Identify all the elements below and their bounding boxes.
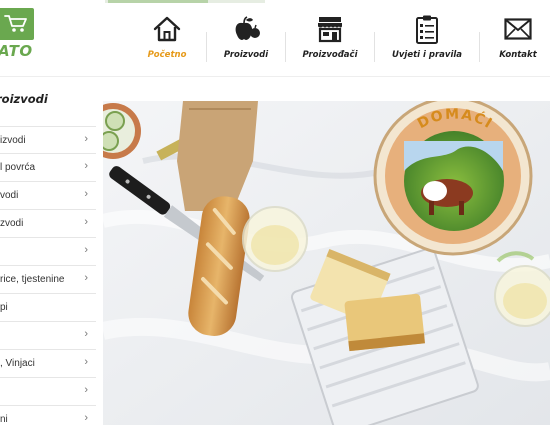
clipboard-icon	[416, 15, 438, 44]
category-item[interactable]: rice, tjestenine ›	[0, 266, 96, 294]
nav-label: Uvjeti i pravila	[391, 50, 463, 60]
chevron-right-icon: ›	[84, 160, 88, 172]
category-item[interactable]: izvodi ›	[0, 126, 96, 154]
nav-label: Početno	[147, 50, 187, 60]
category-label: vodi	[0, 190, 19, 201]
category-item[interactable]: ›	[0, 238, 96, 266]
hero-illustration: DOMAĆI SIR	[103, 101, 550, 425]
nav-item-proizvodi[interactable]: Proizvodi	[207, 14, 285, 66]
category-label: , Vinjaci	[0, 358, 35, 369]
category-label: pi	[0, 302, 8, 313]
logo[interactable]	[0, 8, 34, 40]
chevron-right-icon: ›	[84, 272, 88, 284]
chevron-right-icon: ›	[84, 412, 88, 424]
category-item[interactable]: zvodi ›	[0, 210, 96, 238]
category-item[interactable]: ›	[0, 322, 96, 350]
nav-item-uvjeti[interactable]: Uvjeti i pravila	[375, 14, 479, 66]
nav-label: Kontakt	[499, 50, 537, 60]
category-item[interactable]: l povrća ›	[0, 154, 96, 182]
category-item[interactable]: ›	[0, 378, 96, 406]
envelope-icon	[504, 18, 532, 40]
category-label: l povrća	[0, 162, 36, 173]
cart-icon	[4, 15, 27, 32]
header-divider	[0, 76, 550, 77]
chevron-right-icon: ›	[84, 216, 88, 228]
category-label: zvodi	[0, 218, 24, 229]
apple-icon	[235, 16, 260, 40]
category-item[interactable]: , Vinjaci ›	[0, 350, 96, 378]
page: ATO Početno Proizvodi Proizvođači Uvjeti…	[0, 0, 550, 425]
chevron-right-icon: ›	[84, 188, 88, 200]
house-icon	[153, 16, 181, 42]
chevron-right-icon: ›	[84, 356, 88, 368]
nav-label: Proizvođači	[302, 50, 358, 60]
category-item[interactable]: vodi ›	[0, 182, 96, 210]
chevron-right-icon: ›	[84, 328, 88, 340]
nav-item-proizvodaci[interactable]: Proizvođači	[286, 14, 374, 66]
category-label: ni	[0, 414, 8, 425]
category-label: izvodi	[0, 135, 26, 146]
shop-icon	[318, 17, 342, 43]
logo-text[interactable]: ATO	[0, 42, 33, 60]
category-sidebar: roizvodi izvodi › l povrća › vodi › zvodi › …	[0, 78, 96, 425]
chevron-right-icon: ›	[84, 384, 88, 396]
nav-item-pocetno[interactable]: Početno	[128, 14, 206, 66]
chevron-right-icon: ›	[84, 133, 88, 145]
main-nav: Početno Proizvodi Proizvođači Uvjeti i p…	[128, 14, 550, 66]
header-top-strip-accent	[108, 0, 208, 3]
category-item[interactable]: pi	[0, 294, 96, 322]
nav-label: Proizvodi	[223, 50, 269, 60]
category-label: rice, tjestenine	[0, 274, 65, 285]
sidebar-title: roizvodi	[0, 92, 48, 106]
category-item[interactable]: ni ›	[0, 406, 96, 425]
nav-item-kontakt[interactable]: Kontakt	[480, 14, 550, 66]
hero-banner-image[interactable]: DOMAĆI SIR	[103, 101, 550, 425]
chevron-right-icon: ›	[84, 244, 88, 256]
category-list: izvodi › l povrća › vodi › zvodi › › rice, t…	[0, 126, 96, 425]
